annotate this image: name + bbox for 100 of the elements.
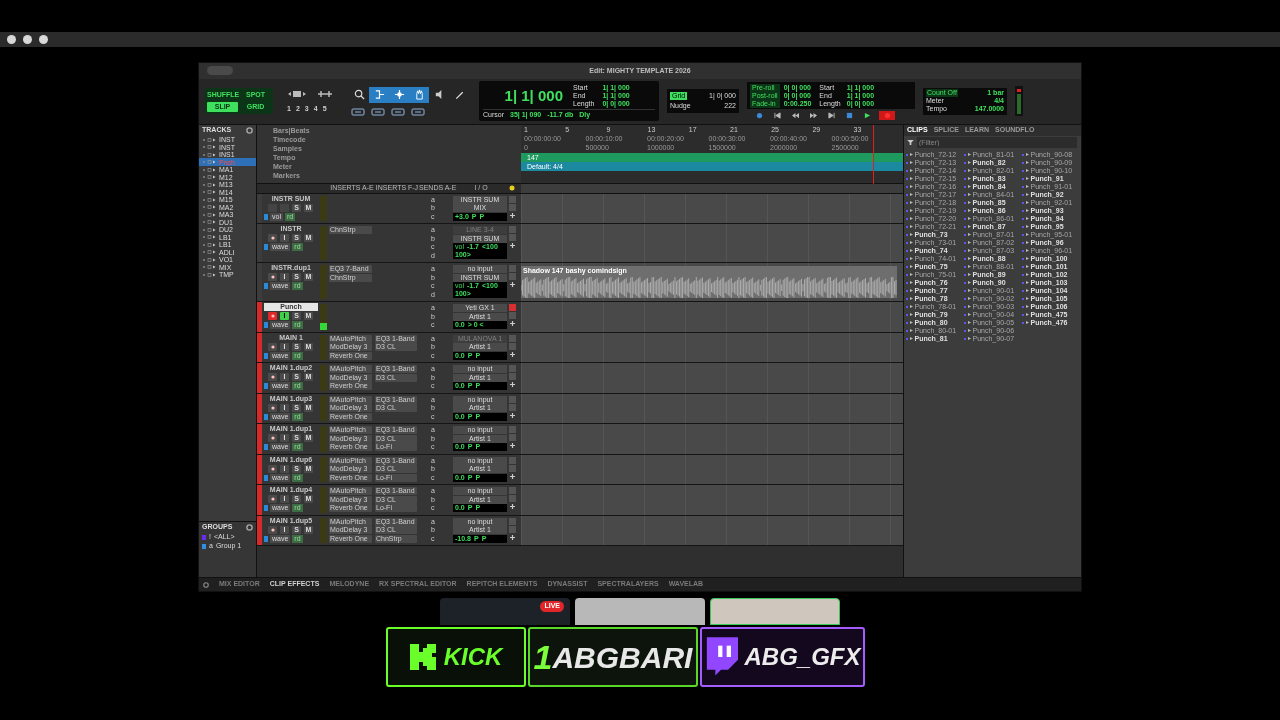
clip-marker-icon — [1022, 170, 1024, 172]
clip-marker-icon — [906, 282, 908, 284]
toolbar-option-icon[interactable] — [351, 107, 365, 116]
track-view-icon — [264, 283, 268, 290]
track-show-icon[interactable] — [202, 227, 216, 232]
filter-icon[interactable] — [907, 139, 914, 145]
clip-marker-icon — [906, 226, 908, 228]
toolbar-option-icon[interactable] — [391, 107, 405, 116]
clip-marker-icon — [964, 162, 966, 164]
track-show-icon[interactable] — [202, 220, 216, 224]
add-icon[interactable] — [509, 533, 516, 541]
clip-marker-icon — [1022, 194, 1024, 196]
add-icon[interactable] — [509, 320, 516, 328]
track-show-icon[interactable] — [202, 152, 216, 157]
clip-marker-icon — [906, 322, 908, 324]
add-icon[interactable] — [509, 503, 516, 511]
select-tool-icon — [393, 89, 405, 101]
clip-marker-icon — [1022, 242, 1024, 244]
add-icon[interactable] — [509, 281, 516, 289]
track-show-icon[interactable] — [202, 242, 216, 247]
clip-marker-icon — [906, 290, 908, 292]
track-show-icon[interactable] — [202, 272, 216, 277]
master-meter-icon — [1015, 86, 1023, 117]
record-arm-button[interactable] — [268, 525, 277, 534]
clip-marker-icon — [906, 202, 908, 204]
clip-marker-icon — [964, 250, 966, 252]
track-view-icon — [264, 352, 268, 359]
clip-marker-icon — [906, 242, 908, 244]
clip-marker-icon — [1022, 178, 1024, 180]
tool-button[interactable] — [369, 86, 389, 103]
record-icon — [270, 527, 275, 532]
track-show-icon[interactable] — [202, 175, 216, 179]
clip-marker-icon — [1022, 210, 1024, 212]
pencil-tool-icon — [453, 89, 465, 101]
clip-marker-icon — [964, 218, 966, 220]
track-show-icon[interactable] — [202, 235, 216, 239]
clip-marker-icon — [1022, 250, 1024, 252]
return-button[interactable] — [771, 111, 783, 121]
clip-marker-icon — [964, 154, 966, 156]
zoom-horizontal-icon[interactable] — [287, 88, 307, 99]
add-icon[interactable] — [509, 442, 516, 450]
track-show-icon[interactable] — [202, 212, 216, 217]
settings-icon[interactable] — [203, 581, 209, 588]
add-icon[interactable] — [509, 381, 516, 389]
clip-marker-icon — [1022, 274, 1024, 276]
clip-marker-icon — [906, 258, 908, 260]
settings-icon[interactable] — [246, 524, 253, 532]
track-show-icon[interactable] — [202, 197, 216, 202]
add-icon[interactable] — [509, 211, 516, 219]
clip-marker-icon — [1022, 306, 1024, 308]
track-show-icon[interactable] — [202, 167, 216, 172]
track-show-icon[interactable] — [202, 182, 216, 187]
add-icon[interactable] — [509, 350, 516, 358]
search-icon — [353, 89, 365, 101]
record-arm-button[interactable] — [268, 342, 277, 351]
zoom-vertical-icon[interactable] — [315, 88, 335, 99]
add-icon[interactable] — [509, 472, 516, 480]
clip-marker-icon — [906, 274, 908, 276]
record-arm-button[interactable] — [268, 464, 277, 473]
clip-marker-icon — [1022, 162, 1024, 164]
record-arm-button[interactable] — [268, 495, 277, 504]
record-arm-button[interactable] — [268, 234, 277, 243]
record-arm-button[interactable] — [268, 373, 277, 382]
tool-button[interactable] — [409, 86, 429, 103]
track-show-icon[interactable] — [202, 265, 216, 269]
track-view-icon — [264, 444, 268, 451]
record-button[interactable] — [879, 111, 895, 121]
record-icon — [270, 436, 275, 441]
clip-marker-icon — [906, 162, 908, 164]
end-button[interactable] — [825, 111, 837, 121]
settings-icon[interactable] — [246, 126, 253, 134]
track-show-icon[interactable] — [202, 190, 216, 194]
track-show-icon[interactable] — [202, 137, 216, 142]
rewind-button[interactable] — [789, 111, 801, 121]
track-show-icon[interactable] — [202, 257, 216, 262]
clip-marker-icon — [906, 266, 908, 268]
record-arm-button[interactable] — [268, 312, 277, 321]
toolbar-option-icon[interactable] — [371, 107, 385, 116]
record-icon — [883, 112, 891, 120]
clip-marker-icon — [1022, 258, 1024, 260]
track-show-icon[interactable] — [202, 250, 216, 254]
bulb-icon[interactable] — [509, 185, 515, 192]
record-arm-button[interactable] — [268, 273, 277, 282]
record-arm-button[interactable] — [268, 403, 277, 412]
add-icon[interactable] — [509, 411, 516, 419]
track-show-icon[interactable] — [202, 145, 216, 149]
clip-marker-icon — [964, 338, 966, 340]
record-arm-button[interactable] — [268, 434, 277, 443]
clip-marker-icon — [906, 298, 908, 300]
clip-marker-icon — [964, 186, 966, 188]
clip-marker-icon — [964, 210, 966, 212]
stop-icon — [845, 112, 853, 120]
forward-button[interactable] — [807, 111, 819, 121]
track-show-icon[interactable] — [202, 205, 216, 209]
clip-marker-icon — [906, 170, 908, 172]
add-icon[interactable] — [509, 242, 516, 250]
toolbar-option-icon[interactable] — [411, 107, 425, 116]
window-toggle-button[interactable] — [207, 66, 233, 75]
playhead-line — [873, 124, 874, 184]
clip-marker-icon — [964, 242, 966, 244]
